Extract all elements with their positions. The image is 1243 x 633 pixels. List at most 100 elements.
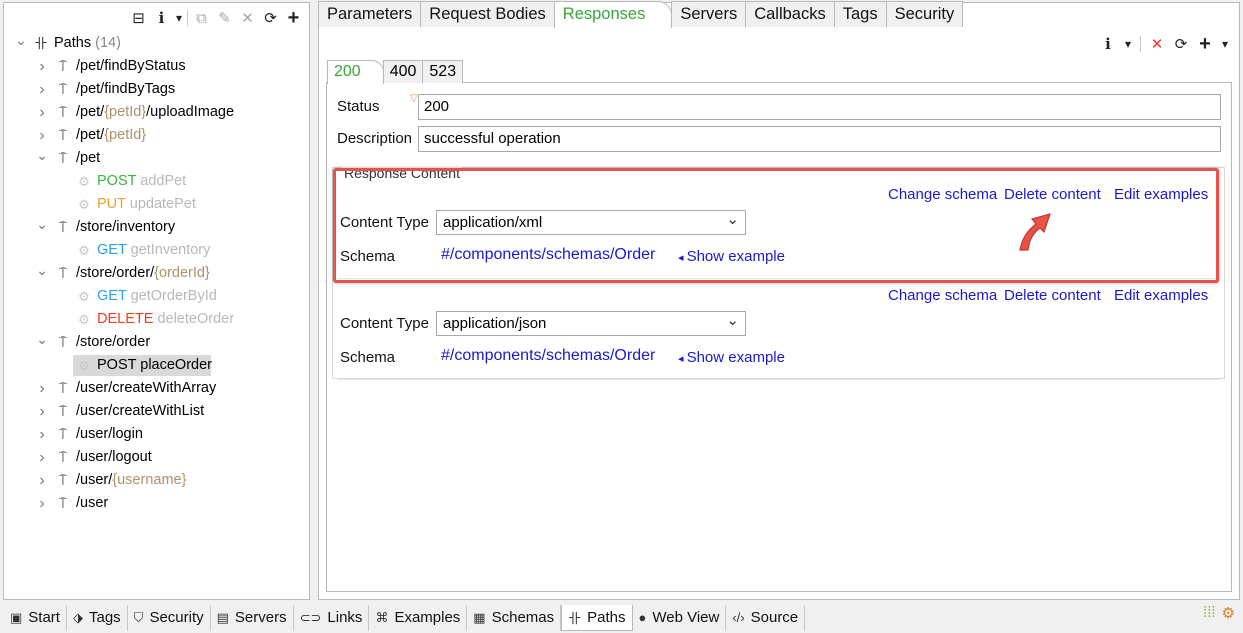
tree-root[interactable]: ⌄ 卝 Paths (14) bbox=[4, 32, 309, 55]
chevron-right-icon[interactable]: › bbox=[35, 469, 49, 492]
operation-gear-icon: ⚙ bbox=[78, 289, 90, 304]
view-tab-security[interactable]: ⛉ Security bbox=[128, 604, 211, 631]
tree-path-item[interactable]: › ⍑ /user/logout bbox=[4, 446, 309, 469]
tree-path-item[interactable]: › ⍑ /user/createWithArray bbox=[4, 377, 309, 400]
chevron-down-icon[interactable]: ▾ bbox=[173, 7, 185, 29]
chevron-down-icon[interactable]: ⌄ bbox=[35, 144, 49, 167]
tab-parameters[interactable]: Parameters bbox=[318, 1, 422, 27]
tab-callbacks[interactable]: Callbacks bbox=[745, 1, 835, 27]
chevron-down-icon[interactable]: ▾ bbox=[1122, 37, 1134, 51]
chevron-down-icon[interactable]: ⌄ bbox=[35, 259, 49, 282]
operation-gear-icon: ⚙ bbox=[78, 197, 90, 212]
chevron-down-icon[interactable]: ⌄ bbox=[35, 213, 49, 236]
path-param: {petId} bbox=[104, 127, 147, 143]
info-icon[interactable]: i bbox=[150, 7, 173, 29]
tab-response-200[interactable]: 200 bbox=[327, 60, 384, 84]
chevron-right-icon[interactable]: › bbox=[35, 377, 49, 400]
show-example-toggle[interactable]: ◂ Show example bbox=[678, 349, 785, 366]
path-param: {orderId} bbox=[154, 265, 210, 281]
edit-examples-link[interactable]: Edit examples bbox=[1114, 287, 1208, 304]
tab-tags[interactable]: Tags bbox=[833, 1, 887, 27]
chevron-down-icon[interactable]: ▾ bbox=[1219, 37, 1231, 51]
tree-path-item[interactable]: ⌄ ⍑ /store/order bbox=[4, 331, 309, 354]
links-icon: ⊂⊃ bbox=[299, 609, 322, 625]
chevron-down-icon[interactable]: ⌄ bbox=[14, 29, 28, 52]
path-label: /pet/{petId}/uploadImage bbox=[76, 101, 234, 124]
tree-path-item[interactable]: ⌄ ⍑ /store/inventory bbox=[4, 216, 309, 239]
chevron-down-icon[interactable]: ⌄ bbox=[35, 328, 49, 351]
chevron-right-icon[interactable]: › bbox=[35, 78, 49, 101]
tab-responses[interactable]: Responses bbox=[553, 1, 673, 28]
copy-icon[interactable]: ⧉ bbox=[190, 7, 213, 29]
tree-operation-item[interactable]: ⚙ GET getInventory bbox=[4, 239, 309, 262]
operation-id: updatePet bbox=[129, 196, 196, 212]
path-sign-icon: ⍑ bbox=[58, 426, 68, 442]
view-tab-source[interactable]: ‹/› Source bbox=[726, 604, 806, 631]
tab-response-523[interactable]: 523 bbox=[422, 60, 464, 83]
delete-response-icon[interactable]: ✕ bbox=[1147, 35, 1167, 53]
chevron-right-icon[interactable]: › bbox=[35, 492, 49, 515]
view-tab-label: Servers bbox=[234, 609, 287, 626]
settings-status-icon[interactable]: ⚙ bbox=[1222, 604, 1235, 622]
tab-security[interactable]: Security bbox=[885, 1, 964, 27]
http-method: PUT bbox=[97, 196, 126, 212]
collapse-all-icon[interactable]: ⊟ bbox=[127, 7, 150, 29]
schema-reference-link[interactable]: #/components/schemas/Order bbox=[441, 347, 655, 365]
view-tab-servers[interactable]: ▤ Servers bbox=[211, 604, 294, 631]
tree-path-item[interactable]: › ⍑ /pet/{petId}/uploadImage bbox=[4, 101, 309, 124]
chevron-down-icon[interactable]: ⌄ bbox=[726, 309, 739, 332]
annotation-highlight-box bbox=[333, 168, 1219, 283]
view-tab-paths[interactable]: 卝 Paths bbox=[561, 604, 633, 631]
tree-operation-item[interactable]: ⚙ DELETE deleteOrder bbox=[4, 308, 309, 331]
chevron-right-icon[interactable]: › bbox=[35, 400, 49, 423]
chevron-right-icon[interactable]: › bbox=[35, 423, 49, 446]
tree-operation-item[interactable]: ⚙ GET getOrderById bbox=[4, 285, 309, 308]
add-response-icon[interactable]: + bbox=[1195, 33, 1215, 56]
tree-path-item[interactable]: › ⍑ /pet/findByStatus bbox=[4, 55, 309, 78]
tree-path-item[interactable]: › ⍑ /user bbox=[4, 492, 309, 515]
view-tab-start[interactable]: ▣ Start bbox=[4, 604, 67, 631]
operation-id: placeOrder bbox=[140, 357, 212, 373]
tab-servers[interactable]: Servers bbox=[671, 1, 747, 27]
view-tab-tags[interactable]: ⬗ Tags bbox=[67, 604, 128, 631]
tree-path-item[interactable]: › ⍑ /user/login bbox=[4, 423, 309, 446]
tree-path-item[interactable]: ⌄ ⍑ /store/order/{orderId} bbox=[4, 262, 309, 285]
status-icons: ⁞⁞⁞ ⚙ bbox=[1203, 604, 1235, 622]
tree-operation-item[interactable]: ⚙ POST addPet bbox=[4, 170, 309, 193]
tree-path-item[interactable]: › ⍑ /user/createWithList bbox=[4, 400, 309, 423]
path-segment: /pet bbox=[76, 150, 101, 166]
view-tab-examples[interactable]: ⌘ Examples bbox=[369, 604, 468, 631]
tab-response-400[interactable]: 400 bbox=[382, 60, 424, 83]
tree-path-item[interactable]: › ⍑ /user/{username} bbox=[4, 469, 309, 492]
operation-gear-icon: ⚙ bbox=[78, 174, 90, 189]
tree-path-item[interactable]: › ⍑ /pet/findByTags bbox=[4, 78, 309, 101]
add-icon[interactable]: + bbox=[282, 7, 305, 29]
view-tab-links[interactable]: ⊂⊃ Links bbox=[294, 604, 370, 631]
tree-path-item[interactable]: ⌄ ⍑ /pet bbox=[4, 147, 309, 170]
tree-path-item[interactable]: › ⍑/pet/{petId} bbox=[4, 124, 309, 147]
refresh-icon[interactable]: ⟳ bbox=[259, 7, 282, 29]
path-label: /pet bbox=[76, 147, 100, 170]
tree-operation-item[interactable]: ⚙ POST placeOrder bbox=[4, 354, 309, 377]
view-tab-web-view[interactable]: ● Web View bbox=[633, 604, 727, 631]
view-tab-schemas[interactable]: ▦ Schemas bbox=[467, 604, 562, 631]
info-icon[interactable]: i bbox=[1098, 35, 1118, 53]
edit-icon[interactable]: ✎ bbox=[213, 7, 236, 29]
description-field[interactable]: successful operation bbox=[418, 126, 1221, 152]
status-field[interactable]: 200 bbox=[418, 94, 1221, 120]
delete-content-link[interactable]: Delete content bbox=[1004, 287, 1101, 304]
paths-label: Paths bbox=[54, 35, 92, 51]
chevron-right-icon[interactable]: › bbox=[35, 101, 49, 124]
path-sign-icon: ⍑ bbox=[58, 380, 68, 396]
description-label: Description bbox=[337, 130, 413, 147]
chevron-right-icon[interactable]: › bbox=[35, 446, 49, 469]
path-sign-icon: ⍑ bbox=[58, 449, 68, 465]
refresh-icon[interactable]: ⟳ bbox=[1171, 35, 1191, 53]
chevron-right-icon[interactable]: › bbox=[35, 55, 49, 78]
content-type-select[interactable]: application/json ⌄ bbox=[436, 311, 746, 336]
tab-request-bodies[interactable]: Request Bodies bbox=[420, 1, 555, 27]
close-icon[interactable]: ✕ bbox=[236, 7, 259, 29]
grid-status-icon[interactable]: ⁞⁞⁞ bbox=[1203, 604, 1216, 622]
tree-operation-item[interactable]: ⚙ PUT updatePet bbox=[4, 193, 309, 216]
change-schema-link[interactable]: Change schema bbox=[888, 287, 997, 304]
